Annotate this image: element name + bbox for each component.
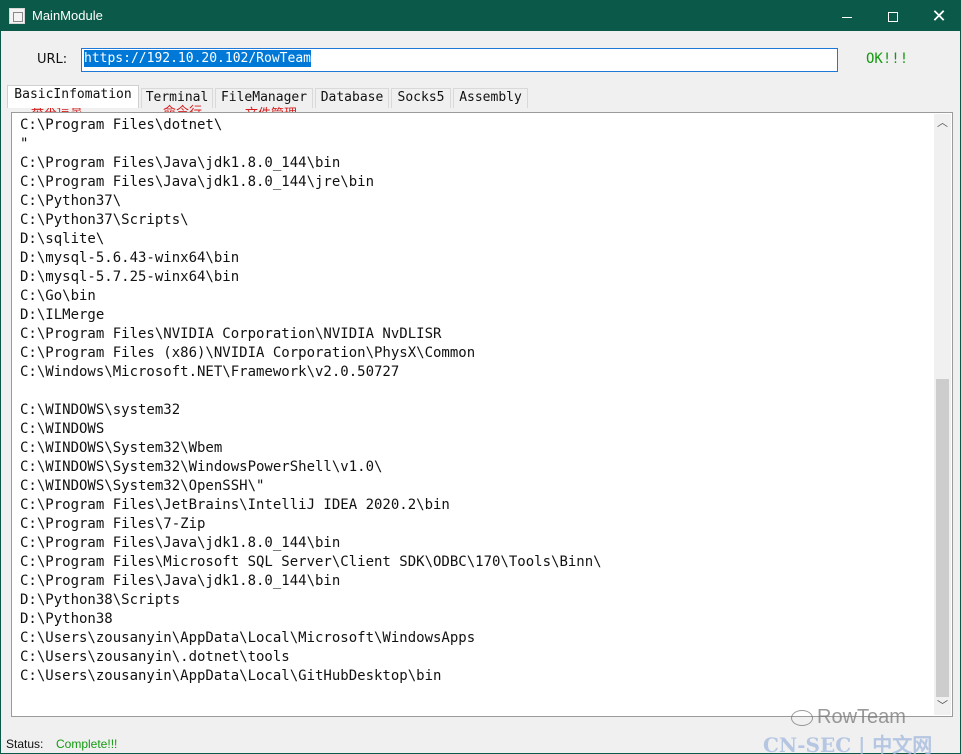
main-window: MainModule ✕ URL: https://192.10.20.102/… xyxy=(0,0,961,754)
output-line: C:\Users\zousanyin\.dotnet\tools xyxy=(20,649,290,665)
url-value: https://192.10.20.102/RowTeam xyxy=(84,50,311,67)
scroll-down-icon[interactable]: ﹀ xyxy=(934,698,951,715)
output-line: C:\Users\zousanyin\AppData\Local\Microso… xyxy=(20,630,476,646)
output-line: " xyxy=(20,136,29,152)
output-line: C:\WINDOWS\System32\Wbem xyxy=(20,440,223,456)
close-button[interactable]: ✕ xyxy=(916,1,961,31)
status-value: Complete!!! xyxy=(56,737,118,751)
tab-database[interactable]: Database xyxy=(315,88,389,108)
output-line: C:\Program Files\Java\jdk1.8.0_144\bin xyxy=(20,573,341,589)
status-label: Status: xyxy=(6,737,44,751)
output-line: D:\mysql-5.6.43-winx64\bin xyxy=(20,250,240,266)
output-line: D:\Python38 xyxy=(20,611,113,627)
output-line: C:\Python37\Scripts\ xyxy=(20,212,189,228)
output-line: C:\Program Files\Microsoft SQL Server\Cl… xyxy=(20,554,602,570)
connection-status: OK!!! xyxy=(866,51,909,67)
minimize-icon xyxy=(842,16,852,18)
minimize-button[interactable] xyxy=(824,1,870,31)
wechat-icon xyxy=(791,709,813,726)
output-line: C:\Windows\Microsoft.NET\Framework\v2.0.… xyxy=(20,364,400,380)
url-label: URL: xyxy=(37,52,68,67)
output-line: C:\Program Files\JetBrains\IntelliJ IDEA… xyxy=(20,497,450,513)
output-line: D:\Python38\Scripts xyxy=(20,592,181,608)
output-line: C:\Users\zousanyin\AppData\Local\GitHubD… xyxy=(20,668,442,684)
close-icon: ✕ xyxy=(931,6,947,26)
output-line: C:\WINDOWS\system32 xyxy=(20,402,181,418)
scroll-thumb[interactable] xyxy=(936,379,949,697)
watermark: RowTeam xyxy=(791,706,906,729)
output-line: C:\Program Files (x86)\NVIDIA Corporatio… xyxy=(20,345,476,361)
tab-socks5[interactable]: Socks5 xyxy=(391,88,451,108)
maximize-button[interactable] xyxy=(870,1,916,31)
output-line: C:\Go\bin xyxy=(20,288,96,304)
output-line: C:\WINDOWS xyxy=(20,421,105,437)
output-line: D:\sqlite\ xyxy=(20,231,105,247)
tab-assembly[interactable]: Assembly xyxy=(453,88,528,108)
output-line: C:\Python37\ xyxy=(20,193,122,209)
maximize-icon xyxy=(888,12,898,23)
scroll-up-icon[interactable]: ︿ xyxy=(934,115,951,132)
output-line: C:\Program Files\Java\jdk1.8.0_144\bin xyxy=(20,535,341,551)
watermark-secondary: CN-SEC | 中文网 xyxy=(763,733,933,754)
output-line: C:\WINDOWS\System32\OpenSSH\" xyxy=(20,478,265,494)
output-line: D:\ILMerge xyxy=(20,307,105,323)
tab-basic-information[interactable]: BasicInfomation xyxy=(7,85,139,108)
output-line: C:\Program Files\7-Zip xyxy=(20,516,206,532)
output-textarea[interactable]: C:\Program Files\dotnet\ " C:\Program File… xyxy=(11,112,953,717)
output-line: D:\mysql-5.7.25-winx64\bin xyxy=(20,269,240,285)
window-title: MainModule xyxy=(32,8,103,23)
output-line: C:\Program Files\dotnet\ xyxy=(20,117,223,133)
vertical-scrollbar[interactable]: ︿ ﹀ xyxy=(934,114,951,715)
output-line: C:\WINDOWS\System32\WindowsPowerShell\v1… xyxy=(20,459,383,475)
app-icon xyxy=(9,8,25,24)
output-lines: C:\Program Files\dotnet\ " C:\Program File… xyxy=(20,116,602,686)
title-bar[interactable]: MainModule ✕ xyxy=(1,1,960,31)
output-line: C:\Program Files\NVIDIA Corporation\NVID… xyxy=(20,326,442,342)
url-input[interactable]: https://192.10.20.102/RowTeam xyxy=(81,48,838,72)
output-line: C:\Program Files\Java\jdk1.8.0_144\jre\b… xyxy=(20,174,375,190)
output-line: C:\Program Files\Java\jdk1.8.0_144\bin xyxy=(20,155,341,171)
